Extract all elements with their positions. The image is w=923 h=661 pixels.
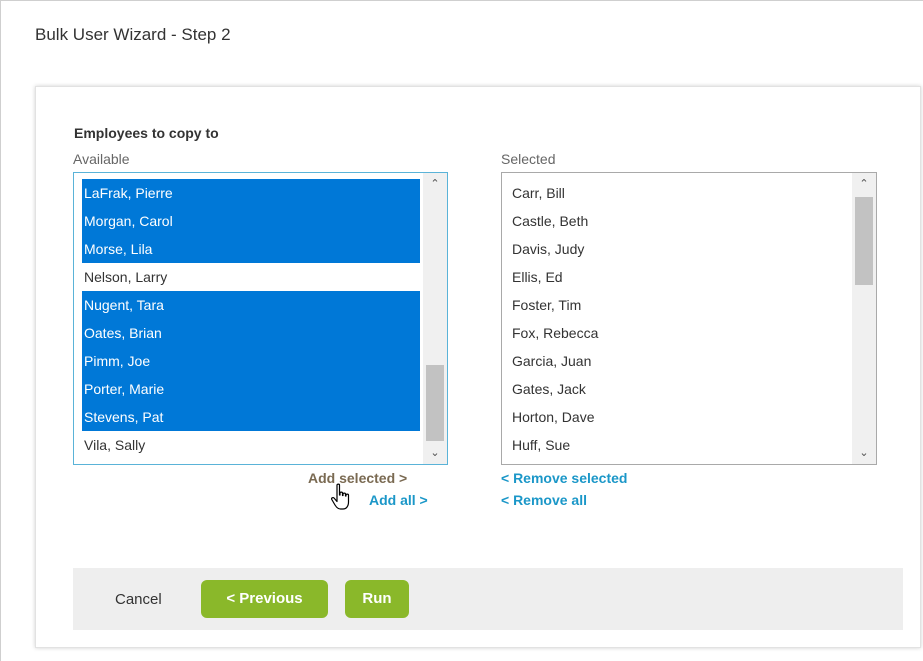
- list-item[interactable]: Morse, Lila: [82, 235, 420, 263]
- selected-scrollbar[interactable]: ⌃ ⌄: [852, 173, 876, 464]
- wizard-card: Employees to copy to Available Selected …: [35, 86, 921, 648]
- list-item[interactable]: Vila, Sally: [82, 431, 420, 459]
- list-item[interactable]: Huff, Sue: [510, 431, 849, 459]
- previous-button[interactable]: < Previous: [201, 580, 328, 618]
- add-selected-link[interactable]: Add selected >: [308, 470, 407, 486]
- add-all-link[interactable]: Add all >: [369, 492, 428, 508]
- list-item[interactable]: Nelson, Larry: [82, 263, 420, 291]
- available-label: Available: [73, 151, 130, 167]
- list-item[interactable]: Pimm, Joe: [82, 347, 420, 375]
- remove-all-link[interactable]: < Remove all: [501, 492, 587, 508]
- chevron-up-icon[interactable]: ⌃: [852, 173, 876, 195]
- remove-selected-link[interactable]: < Remove selected: [501, 470, 627, 486]
- list-item[interactable]: Horton, Dave: [510, 403, 849, 431]
- list-item[interactable]: Castle, Beth: [510, 207, 849, 235]
- list-item[interactable]: Ellis, Ed: [510, 263, 849, 291]
- available-items: LaFrak, Pierre Morgan, Carol Morse, Lila Ne…: [82, 173, 420, 464]
- scroll-thumb[interactable]: [855, 197, 873, 285]
- page-title: Bulk User Wizard - Step 2: [35, 25, 231, 44]
- list-item[interactable]: LaFrak, Pierre: [82, 179, 420, 207]
- selected-label: Selected: [501, 151, 556, 167]
- list-item[interactable]: Garcia, Juan: [510, 347, 849, 375]
- wizard-footer: Cancel < Previous Run: [73, 568, 903, 630]
- available-scrollbar[interactable]: ⌃ ⌄: [423, 173, 447, 464]
- section-heading: Employees to copy to: [74, 125, 219, 141]
- list-item[interactable]: Stevens, Pat: [82, 403, 420, 431]
- chevron-up-icon[interactable]: ⌃: [423, 173, 447, 195]
- list-item[interactable]: Fox, Rebecca: [510, 319, 849, 347]
- list-item[interactable]: Davis, Judy: [510, 235, 849, 263]
- page: Bulk User Wizard - Step 2 Employees to c…: [0, 0, 923, 661]
- cancel-button[interactable]: Cancel: [115, 591, 162, 608]
- list-item[interactable]: Nugent, Tara: [82, 291, 420, 319]
- selected-listbox[interactable]: Carr, Bill Castle, Beth Davis, Judy Ellis, …: [501, 172, 877, 465]
- chevron-down-icon[interactable]: ⌄: [423, 442, 447, 464]
- list-item[interactable]: Gates, Jack: [510, 375, 849, 403]
- list-item[interactable]: Carr, Bill: [510, 179, 849, 207]
- available-listbox[interactable]: LaFrak, Pierre Morgan, Carol Morse, Lila Ne…: [73, 172, 448, 465]
- run-button[interactable]: Run: [345, 580, 409, 618]
- list-item[interactable]: Foster, Tim: [510, 291, 849, 319]
- list-item[interactable]: Porter, Marie: [82, 375, 420, 403]
- selected-items: Carr, Bill Castle, Beth Davis, Judy Ellis, …: [510, 179, 849, 464]
- list-item[interactable]: Oates, Brian: [82, 319, 420, 347]
- chevron-down-icon[interactable]: ⌄: [852, 442, 876, 464]
- scroll-thumb[interactable]: [426, 365, 444, 441]
- hand-pointer-icon: [331, 483, 350, 510]
- list-item[interactable]: Morgan, Carol: [82, 207, 420, 235]
